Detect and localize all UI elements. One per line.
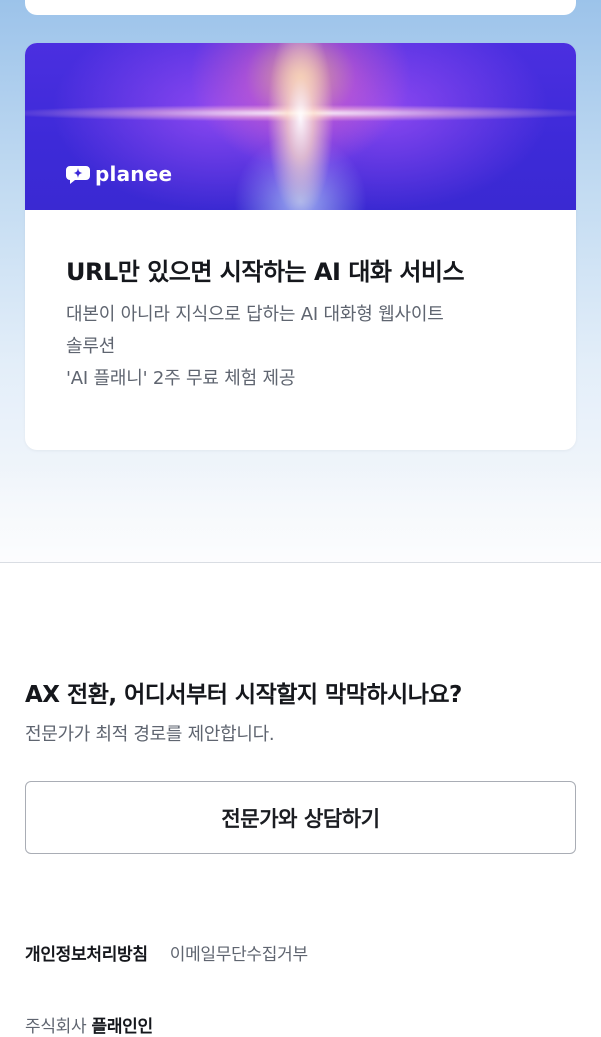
promo-description: 대본이 아니라 지식으로 답하는 AI 대화형 웹사이트 솔루션 'AI 플래니… <box>66 304 444 389</box>
company-info: 주식회사 플래인인 <box>25 1012 153 1037</box>
planee-logo: planee <box>66 164 172 184</box>
cta-title: AX 전환, 어디서부터 시작할지 막막하시나요? <box>25 682 462 708</box>
company-prefix: 주식회사 <box>25 1017 87 1037</box>
promo-card[interactable]: planee URL만 있으면 시작하는 AI 대화 서비스 대본이 아니라 지… <box>25 43 576 450</box>
previous-card[interactable] <box>25 0 576 15</box>
email-refusal-link[interactable]: 이메일무단수집거부 <box>170 940 308 965</box>
company-name: 플래인인 <box>91 1017 153 1037</box>
planee-logo-text: planee <box>95 162 173 186</box>
planee-logo-icon <box>66 166 90 184</box>
promo-banner-image: planee <box>25 43 576 210</box>
promo-title: URL만 있으면 시작하는 AI 대화 서비스 <box>66 258 465 286</box>
consult-expert-button[interactable]: 전문가와 상담하기 <box>25 781 576 854</box>
fade-decoration <box>0 470 601 562</box>
privacy-policy-link[interactable]: 개인정보처리방침 <box>25 940 148 965</box>
footer-links: 개인정보처리방침 이메일무단수집거부 <box>25 940 308 965</box>
cta-subtitle: 전문가가 최적 경로를 제안합니다. <box>25 724 275 745</box>
